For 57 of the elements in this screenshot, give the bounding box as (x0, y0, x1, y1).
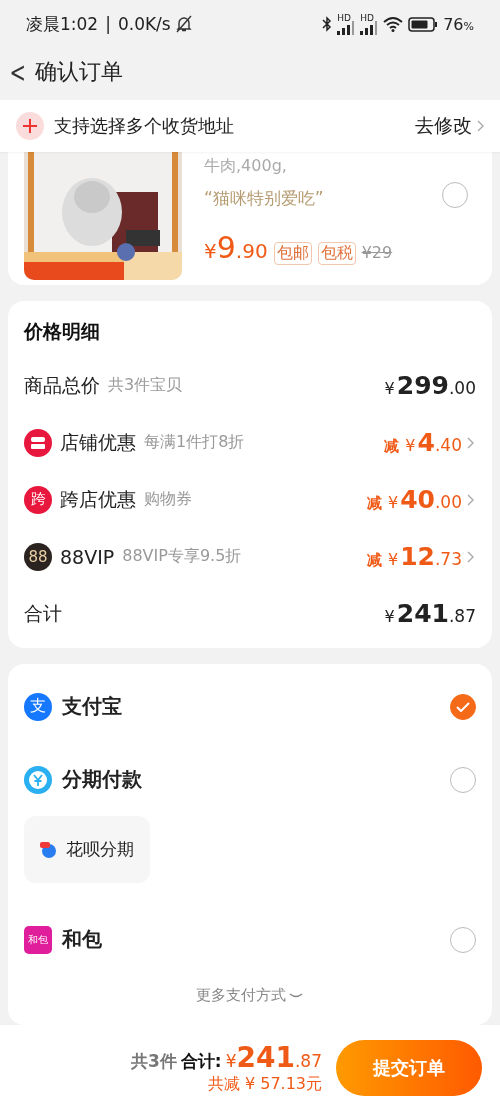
payment-method-name: 分期付款 (62, 766, 142, 793)
row-amount: ¥299.00 (384, 371, 476, 400)
back-button[interactable]: < (5, 55, 31, 89)
row-amount: ¥241.87 (384, 599, 476, 628)
page-title: 确认订单 (35, 58, 124, 86)
row-label: 合计 (24, 600, 62, 626)
product-price: ¥9.90 (204, 230, 268, 265)
yuan-coin-icon (24, 765, 52, 794)
shop-icon (24, 428, 52, 457)
product-tag: 包税 (317, 242, 356, 265)
row-label: 跨店优惠 (60, 486, 136, 512)
bluetooth-icon (322, 16, 333, 32)
hebao-icon: 和包 (24, 925, 52, 954)
status-time: 凌晨1:02 (26, 12, 99, 36)
payment-method-name: 和包 (62, 926, 102, 953)
section-title: 价格明细 (24, 319, 101, 344)
installment-option[interactable]: 花呗分期 (24, 816, 150, 883)
row-note: 88VIP专享9.5折 (122, 546, 242, 567)
total-amount: ¥241.87 (225, 1041, 322, 1074)
row-amount: 减 ¥12.73 (366, 542, 462, 571)
chevron-right-icon[interactable] (466, 549, 476, 564)
saved-amount: 共减 ¥ 57.13元 (207, 1074, 322, 1095)
original-price: ¥29 (361, 243, 393, 262)
product-comment: “猫咪特别爱吃” (204, 187, 324, 210)
check-icon (456, 701, 470, 712)
status-separator: | (105, 14, 111, 34)
plus-icon (16, 112, 44, 140)
chevron-right-icon[interactable] (466, 492, 476, 507)
banner-text: 支持选择多个收货地址 (54, 114, 235, 138)
cross-store-icon: 跨 (24, 485, 52, 514)
chevron-right-icon[interactable] (466, 435, 476, 450)
row-note: 购物券 (144, 489, 192, 510)
row-label: 88VIP (60, 545, 115, 568)
chevron-right-icon (476, 119, 486, 133)
item-count: 共3件 (131, 1050, 177, 1073)
alipay-icon: 支 (24, 692, 52, 721)
huabei-icon (40, 841, 58, 858)
product-tag: 包邮 (273, 242, 312, 265)
network-speed: 0.0K/s (117, 14, 171, 34)
product-title: 牛肉,400g, (204, 156, 287, 177)
battery-icon (408, 16, 439, 32)
battery-level: 76% (443, 14, 474, 34)
total-label: 合计: (180, 1050, 222, 1073)
row-amount: 减 ¥40.00 (366, 485, 462, 514)
payment-method-name: 支付宝 (62, 693, 122, 720)
vip-icon: 88 (24, 542, 52, 571)
row-amount: 减 ¥4.40 (384, 428, 462, 457)
bell-muted-icon (175, 15, 192, 33)
row-note: 每满1件打8折 (144, 432, 245, 453)
more-payment-button[interactable]: 更多支付方式 (24, 976, 476, 1025)
chevron-down-icon (288, 991, 304, 1000)
edit-link[interactable]: 去修改 (415, 113, 486, 139)
row-note: 共3件宝贝 (108, 375, 183, 396)
payment-radio[interactable] (450, 693, 476, 720)
wifi-icon (383, 16, 404, 32)
row-label: 店铺优惠 (60, 429, 136, 455)
row-label: 商品总价 (24, 372, 100, 398)
